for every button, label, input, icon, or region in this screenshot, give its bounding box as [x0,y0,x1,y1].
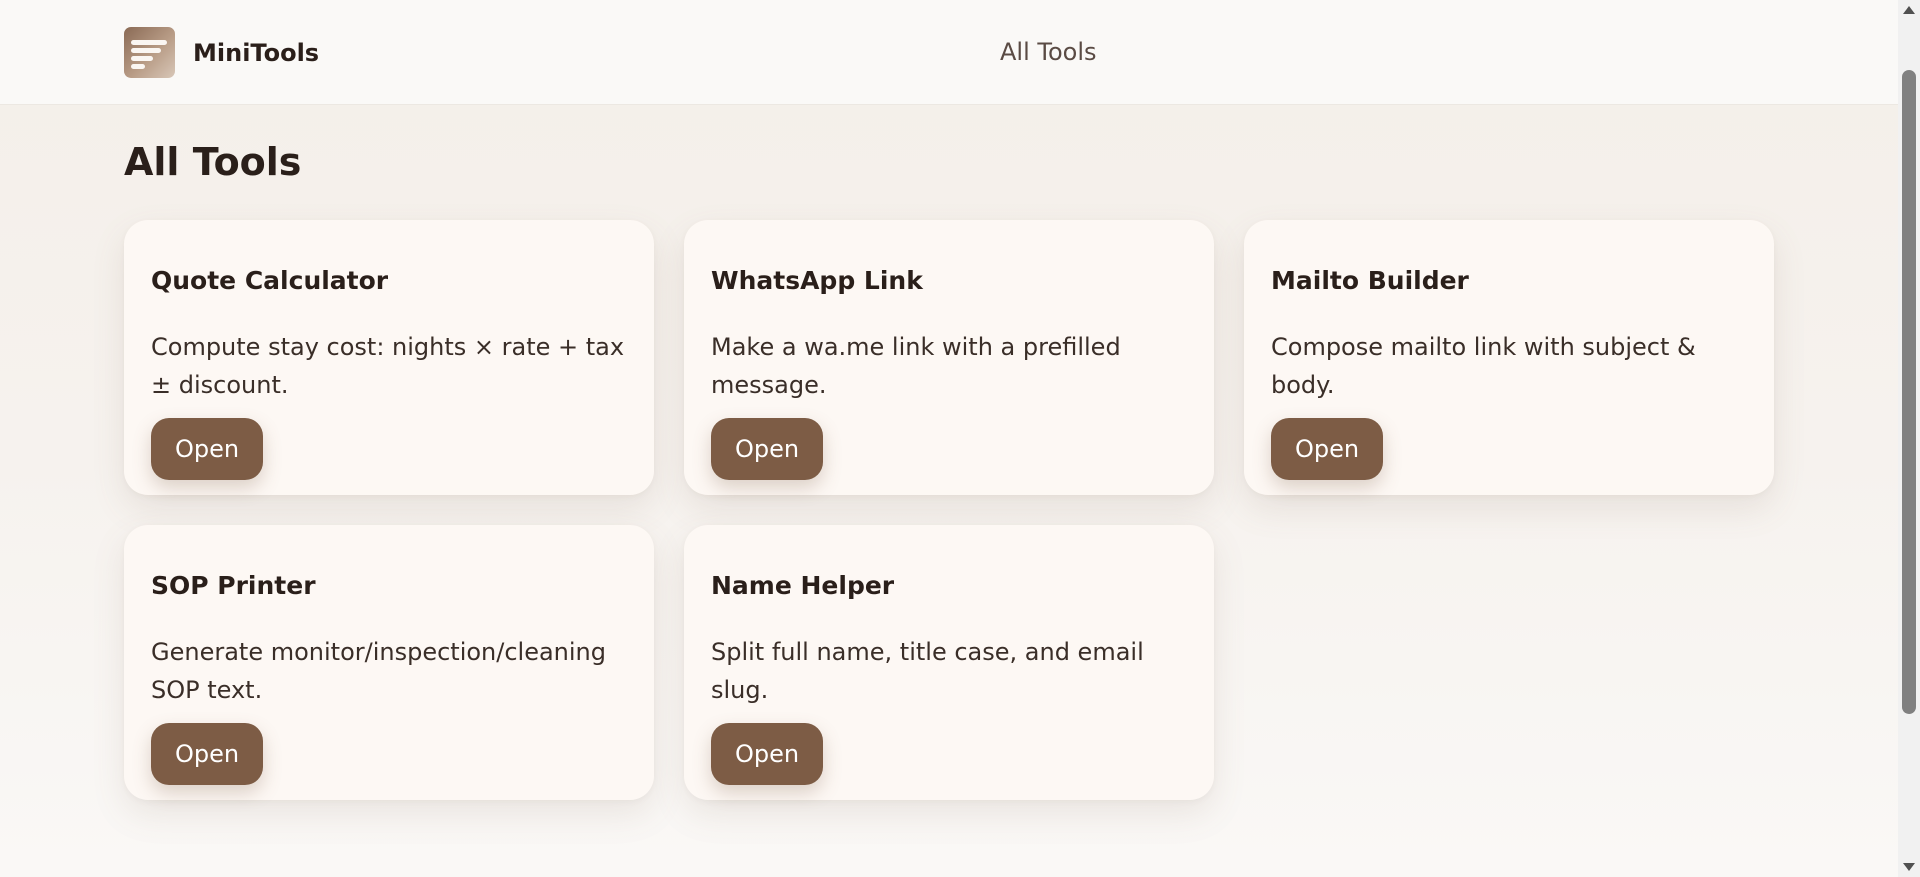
tool-card-description: Compose mailto link with subject & body. [1271,333,1696,399]
page-title: All Tools [124,140,302,184]
top-header: MiniTools All Tools [0,0,1898,104]
open-whatsapp-link-button[interactable]: Open [711,418,824,480]
tool-card-description: Compute stay cost: nights × rate + tax ±… [151,333,625,399]
tool-card-mailto-builder: Mailto Builder Compose mailto link with … [1244,220,1774,495]
open-sop-printer-button[interactable]: Open [151,723,264,785]
open-name-helper-button[interactable]: Open [711,723,824,785]
tool-card-description: Make a wa.me link with a prefilled messa… [711,333,1121,399]
open-quote-calculator-button[interactable]: Open [151,418,264,480]
tool-card-title: SOP Printer [151,571,316,600]
app-name: MiniTools [193,38,320,67]
scrollbar-thumb[interactable] [1902,70,1916,714]
tool-card-whatsapp-link: WhatsApp Link Make a wa.me link with a p… [684,220,1214,495]
tool-card-name-helper: Name Helper Split full name, title case,… [684,525,1214,800]
tool-card-title: Mailto Builder [1271,266,1469,295]
tool-card-title: Name Helper [711,571,895,600]
tool-card-description: Split full name, title case, and email s… [711,638,1144,704]
tool-card-title: Quote Calculator [151,266,389,295]
tool-card-title: WhatsApp Link [711,266,923,295]
tool-card-sop-printer: SOP Printer Generate monitor/inspection/… [124,525,654,800]
open-mailto-builder-button[interactable]: Open [1271,418,1384,480]
tool-card-quote-calculator: Quote Calculator Compute stay cost: nigh… [124,220,654,495]
scroll-down-arrow-icon[interactable] [1903,863,1915,871]
lines-icon [124,27,175,78]
scroll-up-arrow-icon[interactable] [1903,6,1915,14]
nav-all-tools-link[interactable]: All Tools [1000,38,1097,66]
vertical-scrollbar[interactable] [1898,0,1920,877]
tool-card-description: Generate monitor/inspection/cleaning SOP… [151,638,607,704]
brand[interactable]: MiniTools [124,27,319,78]
